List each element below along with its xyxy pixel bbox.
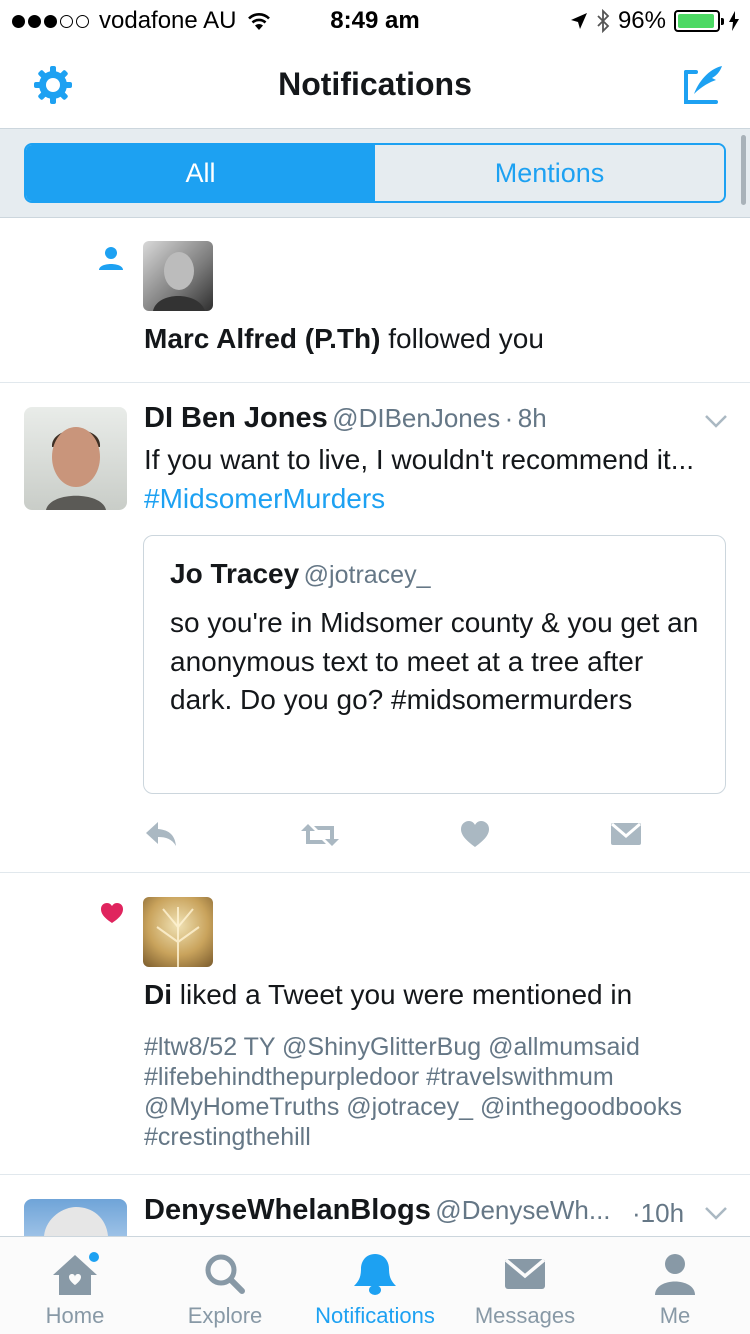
nav-bar: Notifications	[0, 40, 750, 128]
follower-name[interactable]: Marc Alfred (P.Th)	[144, 323, 380, 354]
tweet-sep: ·	[504, 403, 514, 433]
tweet-header: DI Ben Jones @DIBenJones · 8h	[144, 402, 547, 435]
tab-bar: Home Explore Notifications Messages Me	[0, 1236, 750, 1334]
like-text: Di liked a Tweet you were mentioned in	[144, 976, 632, 1014]
preview-line: #lifebehindthepurpledoor #travelswithmum	[144, 1063, 614, 1091]
battery-percent: 96%	[617, 7, 666, 34]
avatar[interactable]	[24, 1199, 127, 1236]
tweet-author-name[interactable]: DenyseWhelanBlogs	[144, 1194, 431, 1226]
like-action: liked a Tweet you were mentioned in	[179, 979, 633, 1010]
search-icon	[205, 1254, 245, 1294]
avatar[interactable]	[143, 241, 213, 311]
follow-person-icon	[99, 247, 123, 270]
tab-notifications[interactable]: Notifications	[300, 1237, 450, 1334]
tweet-time: 8h	[517, 403, 547, 433]
scroll-indicator	[741, 135, 746, 205]
follow-text: Marc Alfred (P.Th) followed you	[144, 320, 544, 358]
divider	[0, 382, 750, 383]
status-bar: vodafone AU 8:49 am 96%	[0, 0, 750, 40]
tweet-author-name[interactable]: DI Ben Jones	[144, 402, 328, 434]
liker-name[interactable]: Di	[144, 979, 172, 1010]
quoted-tweet[interactable]: Jo Tracey @jotracey_ so you're in Midsom…	[143, 535, 726, 794]
chevron-down-icon[interactable]	[704, 1205, 728, 1221]
quote-author-name: Jo Tracey	[170, 558, 300, 589]
quote-handle: @jotracey_	[303, 561, 431, 589]
quote-text: so you're in Midsomer county & you get a…	[170, 607, 699, 715]
location-arrow-icon	[570, 13, 587, 29]
tab-home[interactable]: Home	[0, 1237, 150, 1334]
battery-icon	[674, 10, 724, 32]
heart-icon	[101, 903, 123, 923]
status-right: 96%	[570, 7, 740, 35]
tweet-handle[interactable]: @DenyseWh...	[435, 1195, 610, 1225]
avatar[interactable]	[24, 407, 127, 510]
person-icon	[655, 1254, 695, 1295]
preview-line: #crestingthehill	[144, 1123, 311, 1151]
tab-messages[interactable]: Messages	[450, 1237, 600, 1334]
tab-label: Explore	[187, 1303, 263, 1328]
divider	[0, 872, 750, 873]
tweet-handle[interactable]: @DIBenJones	[332, 403, 500, 433]
compose-icon[interactable]	[682, 62, 726, 106]
retweet-icon[interactable]	[300, 822, 340, 848]
segment-mentions[interactable]: Mentions	[375, 145, 724, 201]
tweet-hashtag[interactable]: #MidsomerMurders	[144, 483, 385, 514]
preview-line: @MyHomeTruths @jotracey_ @inthegoodbooks	[144, 1093, 682, 1121]
segmented-control: All Mentions	[24, 143, 726, 203]
follow-action: followed you	[388, 323, 544, 354]
like-icon[interactable]	[460, 820, 490, 848]
divider	[0, 1174, 750, 1175]
bell-icon	[354, 1254, 396, 1295]
envelope-icon	[504, 1258, 546, 1289]
page-title: Notifications	[278, 66, 472, 102]
reply-icon[interactable]	[144, 820, 178, 848]
tweet-text: If you want to live, I wouldn't recommen…	[144, 440, 734, 518]
tab-label: Notifications	[315, 1303, 435, 1328]
preview-line: #ltw8/52 TY @ShinyGlitterBug @allmumsaid	[144, 1033, 640, 1061]
quote-header: Jo Tracey @jotracey_	[170, 558, 430, 590]
segment-bar: All Mentions	[0, 128, 750, 218]
tweet-header: DenyseWhelanBlogs @DenyseWh...	[144, 1194, 611, 1227]
tab-label: Home	[45, 1303, 105, 1328]
tab-label: Messages	[474, 1303, 576, 1328]
tab-label: Me	[659, 1303, 691, 1328]
tweet-body: If you want to live, I wouldn't recommen…	[144, 444, 695, 475]
dm-icon[interactable]	[610, 822, 642, 846]
avatar[interactable]	[143, 897, 213, 967]
tweet-time: ·10h	[632, 1198, 685, 1228]
charging-bolt-icon	[729, 11, 739, 31]
tab-explore[interactable]: Explore	[150, 1237, 300, 1334]
bluetooth-icon	[597, 9, 610, 33]
segment-all[interactable]: All	[26, 145, 375, 201]
liked-tweet-preview: #ltw8/52 TY @ShinyGlitterBug @allmumsaid…	[144, 1032, 682, 1152]
home-icon	[53, 1252, 99, 1295]
chevron-down-icon[interactable]	[704, 413, 728, 429]
tab-me[interactable]: Me	[600, 1237, 750, 1334]
